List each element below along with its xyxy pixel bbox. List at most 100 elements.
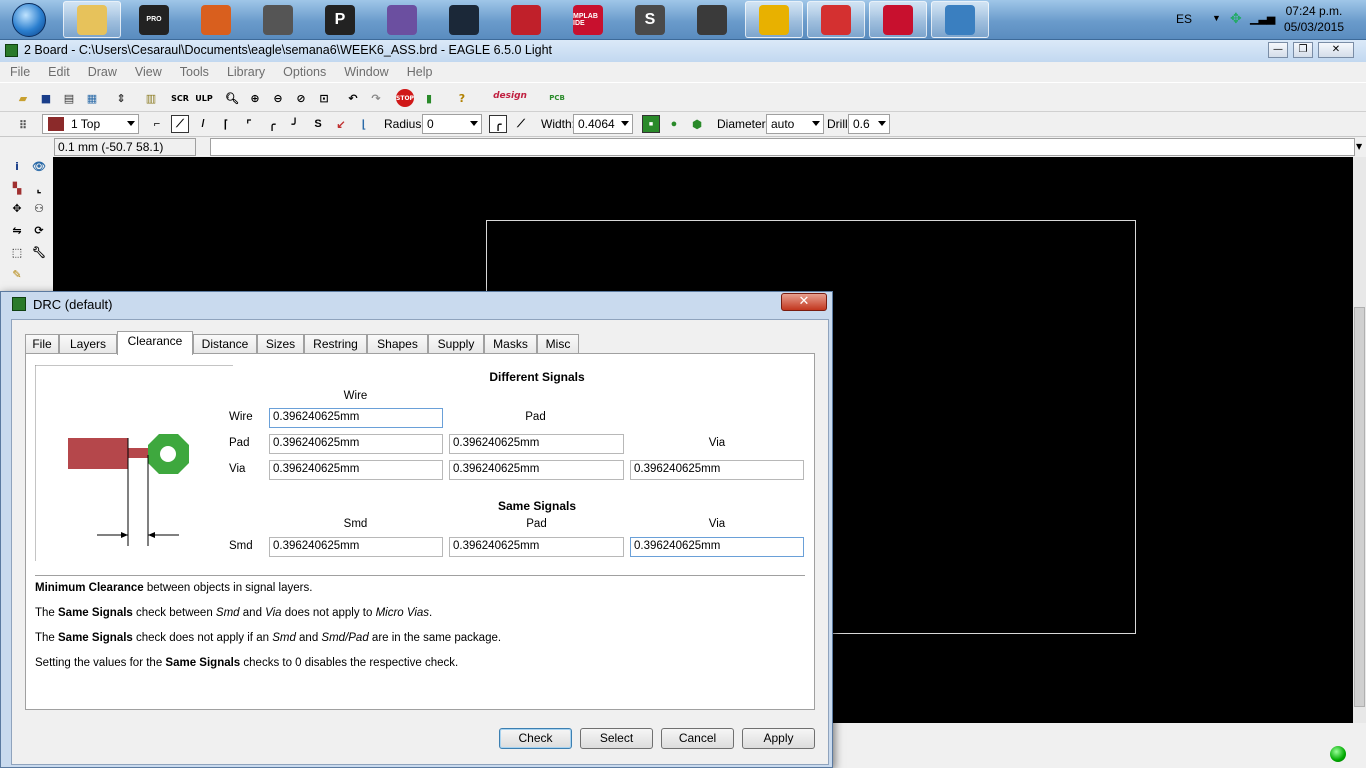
menu-file[interactable]: File xyxy=(10,65,30,79)
taskbar-app-mplab[interactable]: MPLAB IDE xyxy=(559,1,617,38)
go-icon[interactable]: ▮ xyxy=(420,89,438,107)
pad-wire-input[interactable]: 0.396240625mm xyxy=(269,434,443,454)
pcb-quote-icon[interactable]: PCB xyxy=(538,89,576,107)
undo-icon[interactable]: ↶ xyxy=(344,89,362,107)
taskbar-app-app11[interactable] xyxy=(683,1,741,38)
vertical-scrollbar[interactable] xyxy=(1353,157,1366,723)
menu-tools[interactable]: Tools xyxy=(180,65,209,79)
start-button[interactable] xyxy=(4,1,54,39)
tab-supply[interactable]: Supply xyxy=(428,334,484,354)
zoom-out-icon[interactable]: ⊖ xyxy=(269,89,287,107)
tab-layers[interactable]: Layers xyxy=(59,334,117,354)
taskbar-app-eagle[interactable] xyxy=(807,1,865,38)
bend-style-4-icon[interactable]: ⌈ xyxy=(217,115,235,133)
menu-window[interactable]: Window xyxy=(344,65,388,79)
taskbar-app-autocad[interactable] xyxy=(497,1,555,38)
smd-smd-input[interactable]: 0.396240625mm xyxy=(269,537,443,557)
print-icon[interactable]: ▤ xyxy=(60,89,78,107)
bend-style-3-icon[interactable]: / xyxy=(194,115,212,133)
script-icon[interactable]: SCR xyxy=(171,89,189,107)
tab-distance[interactable]: Distance xyxy=(193,334,257,354)
menu-help[interactable]: Help xyxy=(407,65,433,79)
wire-wire-input[interactable]: 0.396240625mm xyxy=(269,408,443,428)
width-input[interactable]: 0.4064 xyxy=(573,114,633,134)
taskbar-app-explorer[interactable] xyxy=(63,1,121,38)
group-icon[interactable]: ⬚ xyxy=(8,243,26,261)
menu-draw[interactable]: Draw xyxy=(88,65,117,79)
bend-style-2-icon[interactable]: ⟋ xyxy=(171,115,189,133)
tab-clearance[interactable]: Clearance xyxy=(117,331,193,355)
tab-shapes[interactable]: Shapes xyxy=(367,334,428,354)
dialog-close-button[interactable]: ✕ xyxy=(781,293,827,311)
round-corner-icon[interactable]: ╭ xyxy=(489,115,507,133)
follow-me-2-icon[interactable]: ⌊ xyxy=(355,115,373,133)
cam-icon[interactable]: ▦ xyxy=(83,89,101,107)
redo-icon[interactable]: ↷ xyxy=(367,89,385,107)
follow-me-icon[interactable]: ↙ xyxy=(332,115,350,133)
library-icon[interactable]: ▥ xyxy=(142,89,160,107)
show-icon[interactable]: 👁︎ xyxy=(30,157,48,175)
use-library-icon[interactable]: ⇕ xyxy=(112,89,130,107)
via-square-icon[interactable]: ■ xyxy=(642,115,660,133)
zoom-fit-icon[interactable]: 🔍︎ xyxy=(223,89,241,107)
taskbar-app-inkscape[interactable] xyxy=(249,1,307,38)
cancel-button[interactable]: Cancel xyxy=(661,728,734,749)
layer-select[interactable]: 1 Top xyxy=(42,114,139,134)
radius-input[interactable]: 0 xyxy=(422,114,482,134)
bend-style-5-icon[interactable]: ⌜ xyxy=(240,115,258,133)
stop-icon[interactable]: STOP xyxy=(396,89,414,107)
dropbox-icon[interactable]: ✥ xyxy=(1230,10,1242,27)
tab-restring[interactable]: Restring xyxy=(304,334,367,354)
taskbar-app-photos[interactable] xyxy=(931,1,989,38)
select-button[interactable]: Select xyxy=(580,728,653,749)
menu-view[interactable]: View xyxy=(135,65,162,79)
info-icon[interactable]: i xyxy=(8,157,26,175)
taskbar-app-eagle-pro[interactable]: PRO xyxy=(125,1,183,38)
change-icon[interactable]: 🔧︎ xyxy=(30,243,48,261)
taskbar-app-sublime[interactable]: S xyxy=(621,1,679,38)
chevron-down-icon[interactable]: ▼ xyxy=(1212,13,1221,23)
smd-via-input[interactable]: 0.396240625mm xyxy=(630,537,804,557)
menu-edit[interactable]: Edit xyxy=(48,65,70,79)
bend-style-7-icon[interactable]: ╯ xyxy=(286,115,304,133)
language-indicator[interactable]: ES xyxy=(1176,12,1192,26)
save-icon[interactable]: ■ xyxy=(37,89,55,107)
via-round-icon[interactable]: ● xyxy=(665,115,683,133)
taskbar-app-app6[interactable] xyxy=(373,1,431,38)
diameter-input[interactable]: auto xyxy=(766,114,824,134)
grid-icon[interactable]: ⠿ xyxy=(14,116,32,134)
scrollbar-thumb[interactable] xyxy=(1354,307,1365,707)
pad-pad-input[interactable]: 0.396240625mm xyxy=(449,434,624,454)
command-line-input[interactable] xyxy=(210,138,1355,156)
mirror-icon[interactable]: ⇋ xyxy=(8,221,26,239)
minimize-button[interactable]: — xyxy=(1268,42,1288,58)
via-wire-input[interactable]: 0.396240625mm xyxy=(269,460,443,480)
miter-icon[interactable]: ⟋ xyxy=(512,115,530,133)
zoom-in-icon[interactable]: ⊕ xyxy=(246,89,264,107)
maximize-button[interactable]: ❐ xyxy=(1293,42,1313,58)
via-pad-input[interactable]: 0.396240625mm xyxy=(449,460,624,480)
help-icon[interactable]: ? xyxy=(453,89,471,107)
ulp-icon[interactable]: ULP xyxy=(195,89,213,107)
bend-style-6-icon[interactable]: ╭ xyxy=(263,115,281,133)
copy-icon[interactable]: ⚇ xyxy=(30,199,48,217)
signal-icon[interactable]: ▁▃▅ xyxy=(1250,12,1275,25)
bend-style-1-icon[interactable]: ⌐ xyxy=(148,115,166,133)
smd-pad-input[interactable]: 0.396240625mm xyxy=(449,537,624,557)
rotate-icon[interactable]: ⟳ xyxy=(30,221,48,239)
menu-options[interactable]: Options xyxy=(283,65,326,79)
taskbar-app-chrome[interactable] xyxy=(745,1,803,38)
taskbar-app-acrobat[interactable] xyxy=(869,1,927,38)
move-icon[interactable]: ✥ xyxy=(8,199,26,217)
tab-misc[interactable]: Misc xyxy=(537,334,579,354)
tab-file[interactable]: File xyxy=(25,334,59,354)
via-octagon-icon[interactable]: ⬢ xyxy=(688,115,706,133)
designlink-icon[interactable]: design xyxy=(488,87,532,105)
display-icon[interactable]: ▚ xyxy=(8,179,26,197)
drill-input[interactable]: 0.6 xyxy=(848,114,890,134)
mark-icon[interactable]: ⌞ xyxy=(30,179,48,197)
tab-masks[interactable]: Masks xyxy=(484,334,537,354)
check-button[interactable]: Check xyxy=(499,728,572,749)
close-button[interactable]: ✕ xyxy=(1318,42,1354,58)
open-icon[interactable]: ▰ xyxy=(14,89,32,107)
